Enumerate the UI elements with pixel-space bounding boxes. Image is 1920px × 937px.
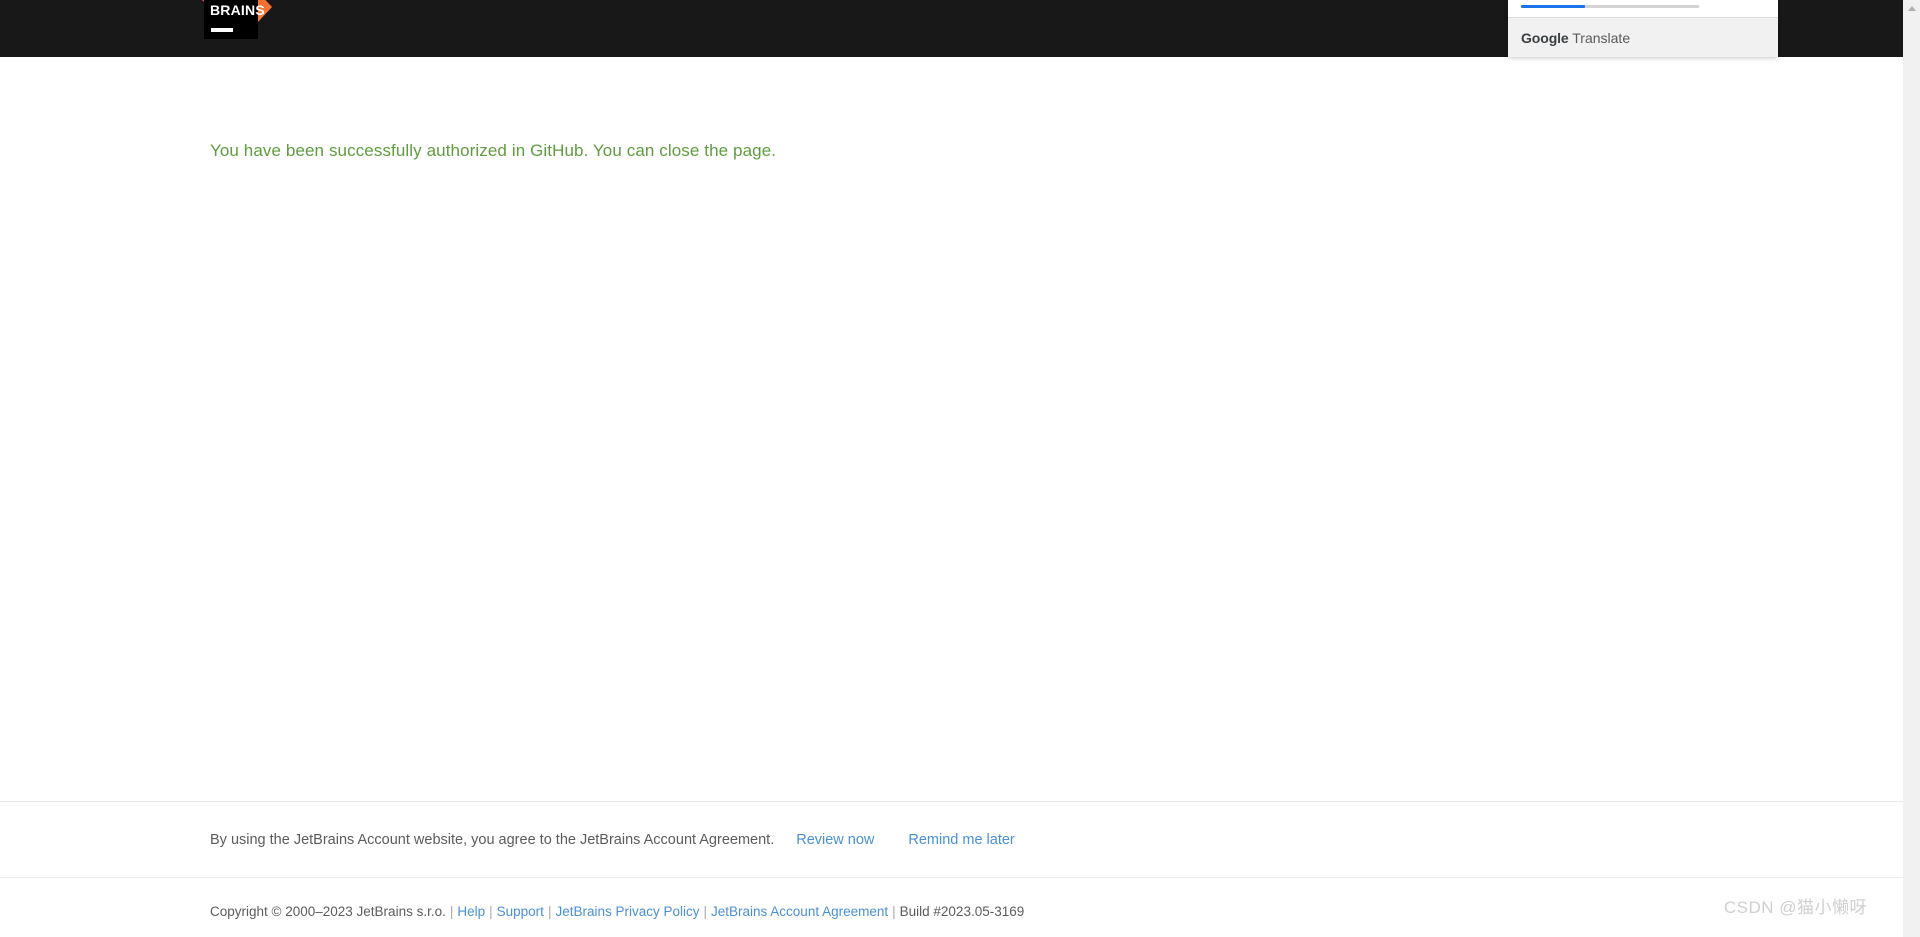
google-translate-popup[interactable]: Google Translate <box>1508 0 1778 57</box>
build-number: Build #2023.05-3169 <box>899 904 1025 919</box>
copyright-text: Copyright © 2000–2023 JetBrains s.r.o. <box>210 904 446 919</box>
footer-separator-4: | <box>703 904 708 919</box>
agreement-banner-text: By using the JetBrains Account website, … <box>210 831 775 848</box>
footer-link-privacy-policy[interactable]: JetBrains Privacy Policy <box>555 904 699 919</box>
footer-separator-3: | <box>547 904 552 919</box>
translate-progress-fill <box>1521 5 1586 8</box>
vertical-scrollbar[interactable] <box>1903 0 1920 937</box>
footer-link-support[interactable]: Support <box>497 904 544 919</box>
translate-progress-area <box>1508 0 1778 18</box>
svg-text:BRAINS: BRAINS <box>210 2 265 18</box>
authorization-status-message: You have been successfully authorized in… <box>210 141 777 160</box>
page-root: JET BRAINS You have been successfully au… <box>0 0 1903 937</box>
translate-progress-track <box>1521 5 1699 8</box>
footer-link-help[interactable]: Help <box>457 904 485 919</box>
agreement-banner-actions: Review now Remind me later <box>796 830 1015 850</box>
footer-link-account-agreement[interactable]: JetBrains Account Agreement <box>711 904 888 919</box>
csdn-watermark: CSDN @猫小懒呀 <box>1723 898 1867 917</box>
footer-separator-5: | <box>892 904 896 919</box>
remind-me-later-link[interactable]: Remind me later <box>908 830 1014 850</box>
google-brand-text: Google <box>1521 29 1569 46</box>
copyright-line: Copyright © 2000–2023 JetBrains s.r.o. | H… <box>210 903 1024 921</box>
account-agreement-banner: By using the JetBrains Account website, … <box>0 801 1903 877</box>
footer-separator-1: | <box>449 904 454 919</box>
main-content: You have been successfully authorized in… <box>0 57 1903 801</box>
review-now-link[interactable]: Review now <box>796 830 874 850</box>
translate-word-text: Translate <box>1568 29 1631 46</box>
jetbrains-logo-icon: JET BRAINS <box>201 0 272 39</box>
footer-separator-2: | <box>489 904 493 919</box>
translate-popup-body: Google Translate <box>1508 18 1778 57</box>
jetbrains-logo[interactable]: JET BRAINS <box>180 0 300 57</box>
scroll-up-arrow-icon[interactable] <box>1903 0 1920 17</box>
site-footer: Copyright © 2000–2023 JetBrains s.r.o. | H… <box>0 877 1903 937</box>
translate-popup-label: Google Translate <box>1521 30 1630 46</box>
